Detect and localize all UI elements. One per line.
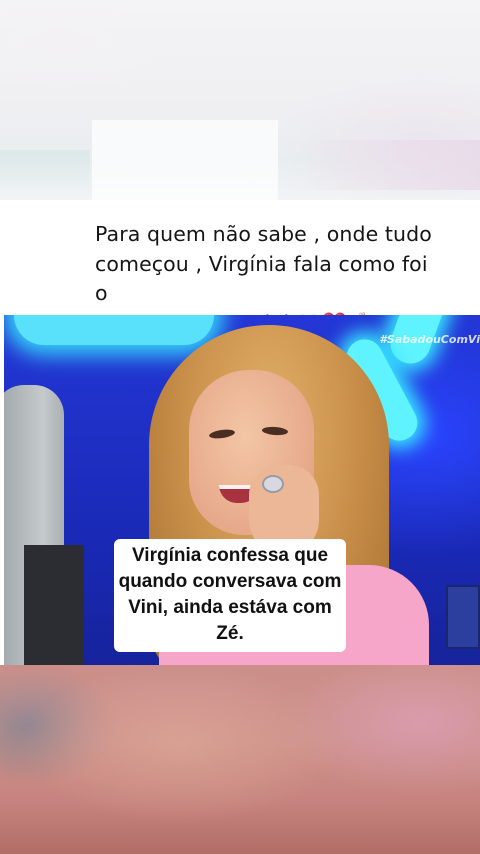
ring (262, 475, 284, 493)
blur-haze (0, 665, 480, 854)
blur-tint-right (280, 140, 480, 190)
blurred-bottom-background (0, 665, 480, 854)
blur-center-card (92, 120, 278, 210)
studio-monitor (446, 585, 480, 649)
person-left-shirt (24, 545, 84, 665)
show-watermark: #SabadouComVi (379, 333, 480, 346)
video-subtitle: Virgínia confessa que quando conversava … (114, 539, 346, 652)
caption-line-2: começou , Virgínia fala como foi o (95, 251, 428, 306)
caption-line-1: Para quem não sabe , onde tudo (95, 222, 432, 246)
video-frame[interactable]: #SabadouComVi Virgínia confessa que quan… (4, 315, 480, 665)
neon-sign-left (14, 315, 214, 345)
blur-tint-left (0, 150, 90, 190)
blurred-top-background (0, 0, 480, 210)
